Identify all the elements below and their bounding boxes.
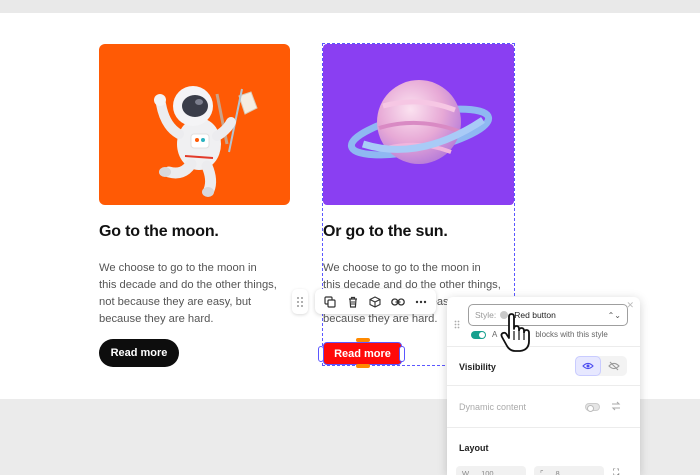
read-more-button-sun[interactable]: Read more xyxy=(323,342,402,365)
hand-cursor-icon xyxy=(499,313,533,358)
drag-handle-icon[interactable] xyxy=(292,289,308,314)
width-input[interactable]: W 100 xyxy=(456,466,526,475)
top-bar xyxy=(0,0,700,13)
astronaut-image xyxy=(99,44,290,205)
style-select[interactable]: Style: Red button ⌃⌄ xyxy=(468,304,628,326)
dynamic-content-toggle[interactable] xyxy=(585,403,600,412)
apply-style-text-start: A xyxy=(492,330,498,339)
block-toolbar xyxy=(315,289,436,314)
duplicate-icon[interactable] xyxy=(321,293,339,311)
astronaut-illustration xyxy=(154,86,258,197)
layout-label: Layout xyxy=(459,443,489,453)
refresh-icon[interactable] xyxy=(610,399,622,417)
visibility-label: Visibility xyxy=(459,362,496,372)
radius-input[interactable]: ⌜ 8 xyxy=(534,466,604,475)
width-label: W xyxy=(462,468,470,475)
chevron-updown-icon: ⌃⌄ xyxy=(607,310,621,320)
divider xyxy=(447,346,640,347)
resize-handle-right[interactable] xyxy=(399,346,405,362)
link-icon[interactable] xyxy=(389,293,407,311)
resize-handle-top[interactable] xyxy=(356,338,370,342)
radius-icon: ⌜ xyxy=(540,468,544,475)
width-value: 100 xyxy=(481,468,494,475)
apply-style-text-end: blocks with this style xyxy=(535,330,608,339)
apply-style-row: A blocks with this style xyxy=(471,330,608,339)
style-panel: ✕ Style: Red button ⌃⌄ A blocks with thi… xyxy=(447,297,640,475)
resize-handle-bottom[interactable] xyxy=(356,364,370,368)
card-title-moon: Go to the moon. xyxy=(99,223,219,240)
panel-drag-handle-icon[interactable] xyxy=(454,316,460,334)
planet-image xyxy=(323,44,514,205)
card-title-sun: Or go to the sun. xyxy=(323,223,448,240)
divider xyxy=(447,427,640,428)
planet-illustration xyxy=(347,80,493,164)
eye-off-icon[interactable] xyxy=(601,356,627,376)
visibility-toggle-group xyxy=(575,356,627,376)
style-label: Style: xyxy=(475,310,497,320)
read-more-button-moon[interactable]: Read more xyxy=(99,339,179,367)
eye-icon[interactable] xyxy=(575,356,601,376)
delete-icon[interactable] xyxy=(344,293,362,311)
resize-handle-left[interactable] xyxy=(318,346,324,362)
radius-value: 8 xyxy=(555,468,560,475)
apply-style-toggle[interactable] xyxy=(471,330,486,339)
block-icon[interactable] xyxy=(366,293,384,311)
dynamic-content-label: Dynamic content xyxy=(459,402,527,412)
card-body-moon: We choose to go to the moon in this deca… xyxy=(99,262,277,325)
divider xyxy=(447,385,640,386)
expand-icon[interactable]: ⛶ xyxy=(613,467,619,475)
more-icon[interactable] xyxy=(412,293,430,311)
